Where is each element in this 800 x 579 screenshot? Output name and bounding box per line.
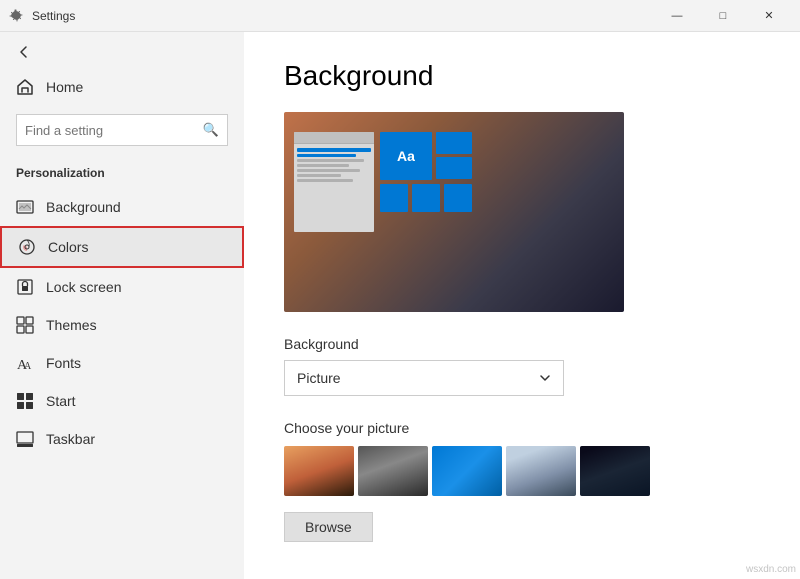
settings-window-icon [8,8,24,24]
colors-icon [18,238,36,256]
search-icon: 🔍 [203,122,219,138]
thumbnail-2[interactable] [358,446,428,496]
sidebar-label-start: Start [46,393,76,409]
personalization-section-label: Personalization [0,154,244,188]
chevron-down-icon [539,372,551,384]
background-dropdown-wrapper: Picture [284,360,564,396]
dropdown-value: Picture [297,370,341,386]
preview-left-panel [294,132,374,232]
app-container: Home 🔍 Personalization Background [0,32,800,579]
title-bar: Settings — □ ✕ [0,0,800,32]
lock-screen-icon [16,278,34,296]
svg-text:A: A [24,361,32,372]
sidebar-label-themes: Themes [46,317,97,333]
background-dropdown-label: Background [284,336,760,352]
sidebar-item-fonts[interactable]: A A Fonts [0,344,244,382]
preview-aa-text: Aa [397,148,415,164]
main-content: Background [244,32,800,579]
preview-overlay: Aa [294,132,472,232]
thumbnail-1[interactable] [284,446,354,496]
page-title: Background [284,60,760,92]
title-bar-left: Settings [8,8,75,24]
sidebar-home[interactable]: Home [0,68,244,106]
minimize-button[interactable]: — [654,0,700,32]
sidebar-item-colors[interactable]: Colors [0,226,244,268]
sidebar-item-start[interactable]: Start [0,382,244,420]
thumbnails-row [284,446,760,496]
thumbnail-5[interactable] [580,446,650,496]
background-setting: Background Picture [284,336,760,396]
fonts-icon: A A [16,354,34,372]
search-box[interactable]: 🔍 [16,114,228,146]
search-input[interactable] [25,123,203,138]
start-icon [16,392,34,410]
background-icon [16,198,34,216]
sidebar-label-background: Background [46,199,121,215]
sidebar-item-themes[interactable]: Themes [0,306,244,344]
sidebar-label-fonts: Fonts [46,355,81,371]
choose-picture-section: Choose your picture Browse [284,420,760,542]
background-preview: Aa [284,112,624,312]
sidebar-item-lock-screen[interactable]: Lock screen [0,268,244,306]
home-label: Home [46,79,83,95]
sidebar-item-taskbar[interactable]: Taskbar [0,420,244,458]
thumbnail-3[interactable] [432,446,502,496]
taskbar-icon [16,430,34,448]
thumbnail-4[interactable] [506,446,576,496]
maximize-button[interactable]: □ [700,0,746,32]
choose-picture-label: Choose your picture [284,420,760,436]
preview-right-tiles: Aa [380,132,472,232]
sidebar-label-lock-screen: Lock screen [46,279,121,295]
themes-icon [16,316,34,334]
back-button[interactable] [0,36,244,68]
sidebar-item-background[interactable]: Background [0,188,244,226]
back-icon [16,44,32,60]
home-icon [16,78,34,96]
watermark: wsxdn.com [746,564,796,575]
background-dropdown[interactable]: Picture [284,360,564,396]
browse-button[interactable]: Browse [284,512,373,542]
sidebar: Home 🔍 Personalization Background [0,32,244,579]
close-button[interactable]: ✕ [746,0,792,32]
sidebar-label-taskbar: Taskbar [46,431,95,447]
title-bar-title: Settings [32,9,75,23]
sidebar-label-colors: Colors [48,239,88,255]
title-bar-controls: — □ ✕ [654,0,792,32]
